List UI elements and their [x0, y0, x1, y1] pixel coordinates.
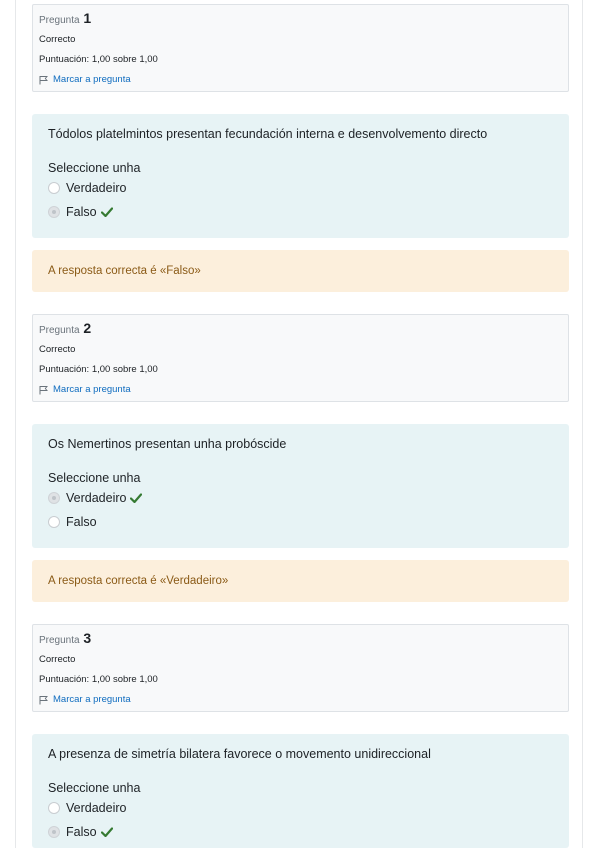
- radio-button[interactable]: [48, 182, 60, 194]
- flag-label: Marcar a pregunta: [53, 694, 131, 705]
- radio-button[interactable]: [48, 492, 60, 504]
- check-icon: [100, 207, 113, 217]
- option-label: Verdadeiro: [66, 181, 127, 195]
- answer-option-verdadeiro[interactable]: Verdadeiro: [48, 800, 553, 816]
- option-label: Verdadeiro: [66, 801, 127, 815]
- answer-prompt: Seleccione unha: [48, 781, 141, 795]
- question-number: Pregunta 3: [39, 631, 568, 648]
- flag-label: Marcar a pregunta: [53, 384, 131, 395]
- question-label: Pregunta: [39, 325, 80, 336]
- correct-answer-feedback: A resposta correcta é «Verdadeiro»: [32, 560, 569, 602]
- option-label: Falso: [66, 825, 97, 839]
- radio-button[interactable]: [48, 206, 60, 218]
- question-number-value: 1: [83, 10, 92, 26]
- check-icon: [100, 827, 113, 837]
- answer-option-falso[interactable]: Falso: [48, 514, 553, 530]
- flag-icon: [39, 386, 48, 395]
- question-info: Pregunta 3 Correcto Puntuación: 1,00 sob…: [32, 624, 569, 712]
- answer-option-falso[interactable]: Falso: [48, 824, 553, 840]
- check-icon: [130, 493, 143, 503]
- radio-button[interactable]: [48, 826, 60, 838]
- question-text: A presenza de simetría bilatera favorece…: [48, 747, 431, 761]
- question-grade: Puntuación: 1,00 sobre 1,00: [39, 364, 158, 375]
- option-label: Verdadeiro: [66, 491, 127, 505]
- question-formulation: Os Nemertinos presentan unha probóscide …: [32, 424, 569, 548]
- option-label: Falso: [66, 205, 97, 219]
- radio-button[interactable]: [48, 516, 60, 528]
- answer-prompt: Seleccione unha: [48, 471, 141, 485]
- question-text: Tódolos platelmintos presentan fecundaci…: [48, 127, 488, 141]
- question-number-value: 2: [83, 320, 92, 336]
- flag-question-link[interactable]: Marcar a pregunta: [39, 74, 568, 86]
- radio-button[interactable]: [48, 802, 60, 814]
- question-text: Os Nemertinos presentan unha probóscide: [48, 437, 287, 451]
- correct-answer-feedback: A resposta correcta é «Falso»: [32, 250, 569, 292]
- question-state: Correcto: [39, 34, 76, 45]
- quiz-review-page: Pregunta 1 Correcto Puntuación: 1,00 sob…: [15, 0, 583, 848]
- question-state: Correcto: [39, 344, 76, 355]
- flag-icon: [39, 76, 48, 85]
- question-number: Pregunta 2: [39, 321, 568, 338]
- flag-icon: [39, 696, 48, 705]
- question-info: Pregunta 1 Correcto Puntuación: 1,00 sob…: [32, 4, 569, 92]
- flag-label: Marcar a pregunta: [53, 74, 131, 85]
- question-formulation: A presenza de simetría bilatera favorece…: [32, 734, 569, 848]
- flag-question-link[interactable]: Marcar a pregunta: [39, 384, 568, 396]
- question-state: Correcto: [39, 654, 76, 665]
- question-number-value: 3: [83, 630, 92, 646]
- question-formulation: Tódolos platelmintos presentan fecundaci…: [32, 114, 569, 238]
- answer-option-verdadeiro[interactable]: Verdadeiro: [48, 490, 553, 506]
- question-label: Pregunta: [39, 15, 80, 26]
- question-label: Pregunta: [39, 635, 80, 646]
- option-label: Falso: [66, 515, 97, 529]
- answer-option-verdadeiro[interactable]: Verdadeiro: [48, 180, 553, 196]
- question-info: Pregunta 2 Correcto Puntuación: 1,00 sob…: [32, 314, 569, 402]
- answer-prompt: Seleccione unha: [48, 161, 141, 175]
- answer-option-falso[interactable]: Falso: [48, 204, 553, 220]
- question-number: Pregunta 1: [39, 11, 568, 28]
- flag-question-link[interactable]: Marcar a pregunta: [39, 694, 568, 706]
- question-grade: Puntuación: 1,00 sobre 1,00: [39, 54, 158, 65]
- question-grade: Puntuación: 1,00 sobre 1,00: [39, 674, 158, 685]
